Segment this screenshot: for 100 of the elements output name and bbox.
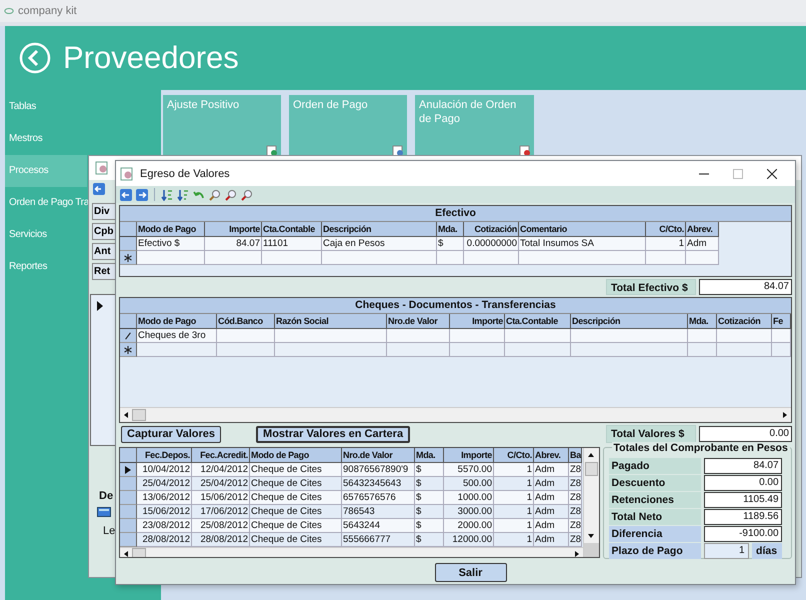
column-header[interactable]: Cta.Contable	[262, 222, 322, 237]
total-label: Retenciones	[608, 492, 701, 508]
table-cell: 1	[494, 477, 534, 491]
maximize-icon[interactable]	[733, 168, 743, 178]
back-icon[interactable]	[19, 42, 51, 74]
table-cell: $	[415, 477, 444, 491]
column-header[interactable]: Modo de Pago	[137, 222, 205, 237]
table-cell: 6576576576	[342, 491, 415, 505]
table-cell: 12/04/2012	[192, 463, 250, 477]
table-cell: 25/04/2012	[192, 477, 250, 491]
horizontal-scrollbar[interactable]	[120, 547, 583, 557]
scroll-right-icon[interactable]	[572, 550, 581, 557]
column-header[interactable]: Modo de Pago	[250, 448, 342, 463]
column-header[interactable]: Importe	[444, 448, 494, 463]
column-header[interactable]: Abrev.	[534, 448, 569, 463]
column-header[interactable]: Abrev.	[686, 222, 719, 237]
column-header[interactable]: Cotización	[464, 222, 519, 237]
column-header[interactable]: Cta.Contable	[505, 314, 571, 329]
table-cell: 5643244	[342, 519, 415, 533]
column-header[interactable]: Mda.	[437, 222, 464, 237]
scroll-right-icon[interactable]	[781, 411, 789, 419]
search-icon[interactable]	[209, 188, 221, 200]
scroll-down-icon[interactable]	[587, 532, 596, 540]
column-header[interactable]: Nro.de Valor	[387, 314, 450, 329]
table-cell: $	[415, 533, 444, 547]
table-cell: Efectivo $	[137, 237, 205, 251]
table-cell: Cheque de Cites	[250, 533, 342, 547]
table-cell: Cheque de Cites	[250, 477, 342, 491]
table-cell: 17/06/2012	[192, 505, 250, 519]
undo-icon[interactable]	[193, 188, 205, 200]
table-cell: 1	[494, 519, 534, 533]
close-icon[interactable]	[767, 168, 777, 178]
column-header[interactable]: C/Cto.	[494, 448, 534, 463]
app-logo-icon	[4, 7, 14, 15]
column-header[interactable]: Nro.de Valor	[342, 448, 415, 463]
search-icon[interactable]	[241, 188, 253, 200]
column-header[interactable]: Descripción	[322, 222, 437, 237]
table-cell: Z8	[569, 519, 582, 533]
scroll-left-icon[interactable]	[122, 550, 130, 557]
sort-ascending-icon[interactable]	[161, 188, 173, 200]
group-title: Totales del Comprobante en Pesos	[612, 442, 790, 454]
table-cell: Adm	[534, 491, 569, 505]
arrow-right-icon[interactable]	[136, 188, 148, 200]
table-cell: Z8	[569, 533, 582, 547]
vertical-scrollbar[interactable]	[582, 448, 599, 557]
column-header[interactable]: Fec.Acredit.	[192, 448, 250, 463]
column-header[interactable]: Fe	[772, 314, 791, 329]
toolbar-button[interactable]: Ret	[92, 263, 115, 280]
scroll-thumb[interactable]	[132, 548, 146, 557]
column-header[interactable]: Fec.Depos.	[137, 448, 192, 463]
column-header[interactable]: Ba	[569, 448, 582, 463]
scroll-thumb[interactable]	[132, 409, 146, 421]
table-cell: 12000.00	[444, 533, 494, 547]
column-header[interactable]: Cód.Banco	[217, 314, 275, 329]
capture-button[interactable]: Capturar Valores	[121, 426, 222, 442]
column-header[interactable]: Mda.	[688, 314, 717, 329]
scroll-left-icon[interactable]	[122, 411, 130, 419]
scrollbar-corner	[584, 543, 599, 557]
show-values-button[interactable]: Mostrar Valores en Cartera	[256, 426, 410, 442]
column-header[interactable]: Cotización	[717, 314, 772, 329]
scroll-up-icon[interactable]	[587, 451, 596, 459]
column-header[interactable]: Importe	[205, 222, 262, 237]
unit-label: días	[752, 543, 782, 559]
table-cell: 28/08/2012	[192, 533, 250, 547]
exit-button[interactable]: Salir	[434, 563, 506, 582]
window-icon	[120, 166, 134, 180]
row-header[interactable]	[120, 463, 137, 477]
sort-descending-icon[interactable]	[177, 188, 189, 200]
toolbar-button[interactable]: Ant	[92, 243, 115, 260]
days-field[interactable]: 1	[704, 543, 749, 559]
arrow-left-icon[interactable]	[93, 183, 105, 195]
table-cell: 2000.00	[444, 519, 494, 533]
column-header[interactable]: Razón Social	[275, 314, 387, 329]
table-cell: 1000.00	[444, 491, 494, 505]
table-cell: 555666777	[342, 533, 415, 547]
toolbar-button[interactable]: Div	[92, 203, 115, 220]
row-header	[120, 222, 137, 237]
table-cell: Z8	[569, 491, 582, 505]
window-icon[interactable]	[97, 507, 111, 517]
window-title: Egreso de Valores	[140, 168, 231, 180]
row-header[interactable]	[120, 251, 137, 265]
row-header[interactable]	[120, 329, 137, 343]
search-icon[interactable]	[225, 188, 237, 200]
total-label: Descuento	[608, 475, 701, 491]
table-cell: 84.07	[205, 237, 262, 251]
toolbar-button[interactable]: Cpb	[92, 223, 115, 240]
column-header[interactable]: Modo de Pago	[137, 314, 217, 329]
column-header[interactable]: Importe	[450, 314, 505, 329]
table-cell: $	[415, 463, 444, 477]
scroll-thumb[interactable]	[584, 462, 598, 476]
arrow-left-icon[interactable]	[120, 188, 132, 200]
grid-title: Cheques - Documentos - Transferencias	[120, 298, 791, 314]
column-header[interactable]: Comentario	[519, 222, 646, 237]
row-header[interactable]	[120, 343, 137, 357]
horizontal-scrollbar[interactable]	[120, 407, 791, 422]
column-header[interactable]: Descripción	[571, 314, 688, 329]
total-label: Diferencia	[608, 526, 701, 542]
table-cell: 15/06/2012	[192, 491, 250, 505]
column-header[interactable]: Mda.	[415, 448, 444, 463]
column-header[interactable]: C/Cto.	[646, 222, 686, 237]
